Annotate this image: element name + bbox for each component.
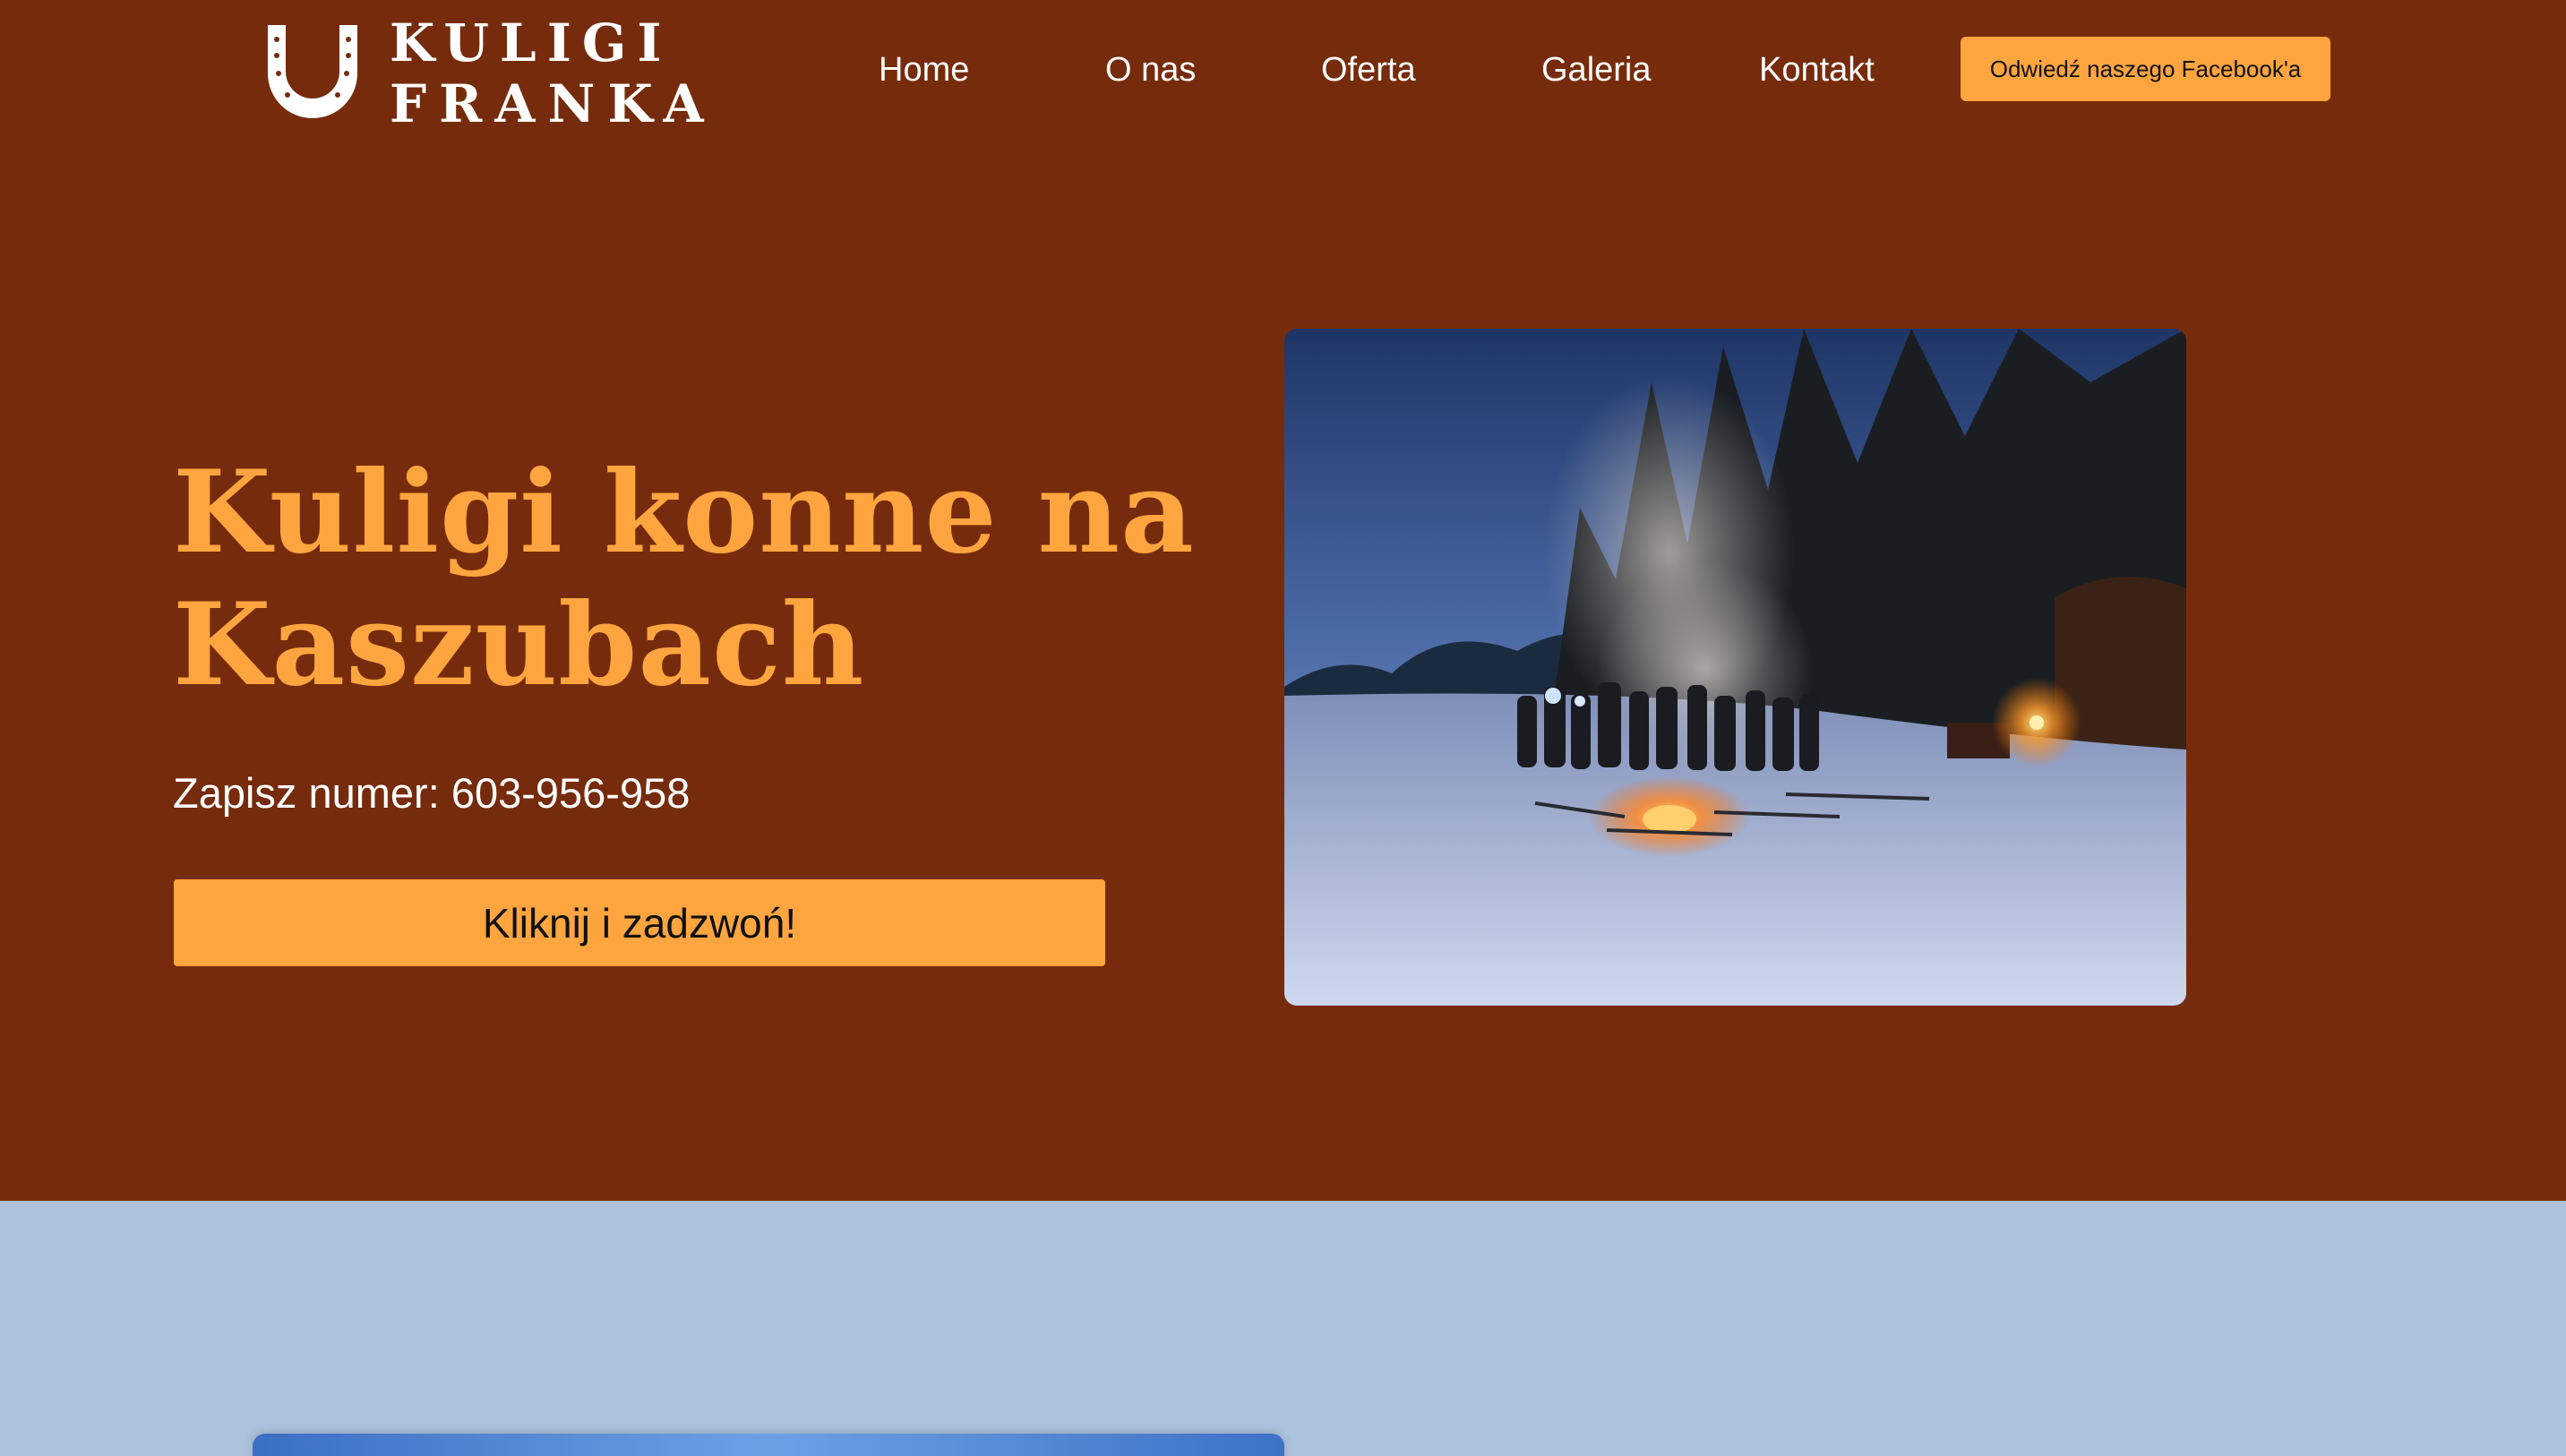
nav-oferta[interactable]: Oferta (1321, 36, 1416, 104)
phone-number-text: Zapisz numer: 603-956-958 (173, 769, 691, 817)
call-button[interactable]: Kliknij i zadzwoń! (174, 879, 1105, 966)
hero-title-line-1: Kuligi konne na (173, 446, 1195, 578)
logo-line-2: FRANKA (390, 73, 717, 134)
second-section-photo (253, 1434, 1284, 1456)
bonfire-night-scene-image (1284, 329, 2186, 1006)
facebook-button[interactable]: Odwiedź naszego Facebook'a (1961, 37, 2330, 101)
nav-home[interactable]: Home (879, 36, 969, 104)
logo-wordmark: KULIGI FRANKA (390, 13, 716, 134)
logo-line-1: KULIGI (390, 13, 673, 73)
nav-galeria[interactable]: Galeria (1541, 36, 1652, 104)
hero-section: KULIGI FRANKA Home O nas Oferta Galeria … (0, 0, 2566, 1201)
site-logo[interactable]: KULIGI FRANKA (255, 13, 703, 134)
hero-title-line-2: Kaszubach (173, 578, 865, 711)
horseshoe-icon (268, 25, 357, 118)
hero-title: Kuligi konne na Kaszubach (173, 446, 1203, 711)
nav-kontakt[interactable]: Kontakt (1759, 36, 1875, 104)
hero-photo-bonfire (1284, 329, 2186, 1006)
nav-o-nas[interactable]: O nas (1105, 36, 1196, 104)
second-section (0, 1201, 2566, 1456)
